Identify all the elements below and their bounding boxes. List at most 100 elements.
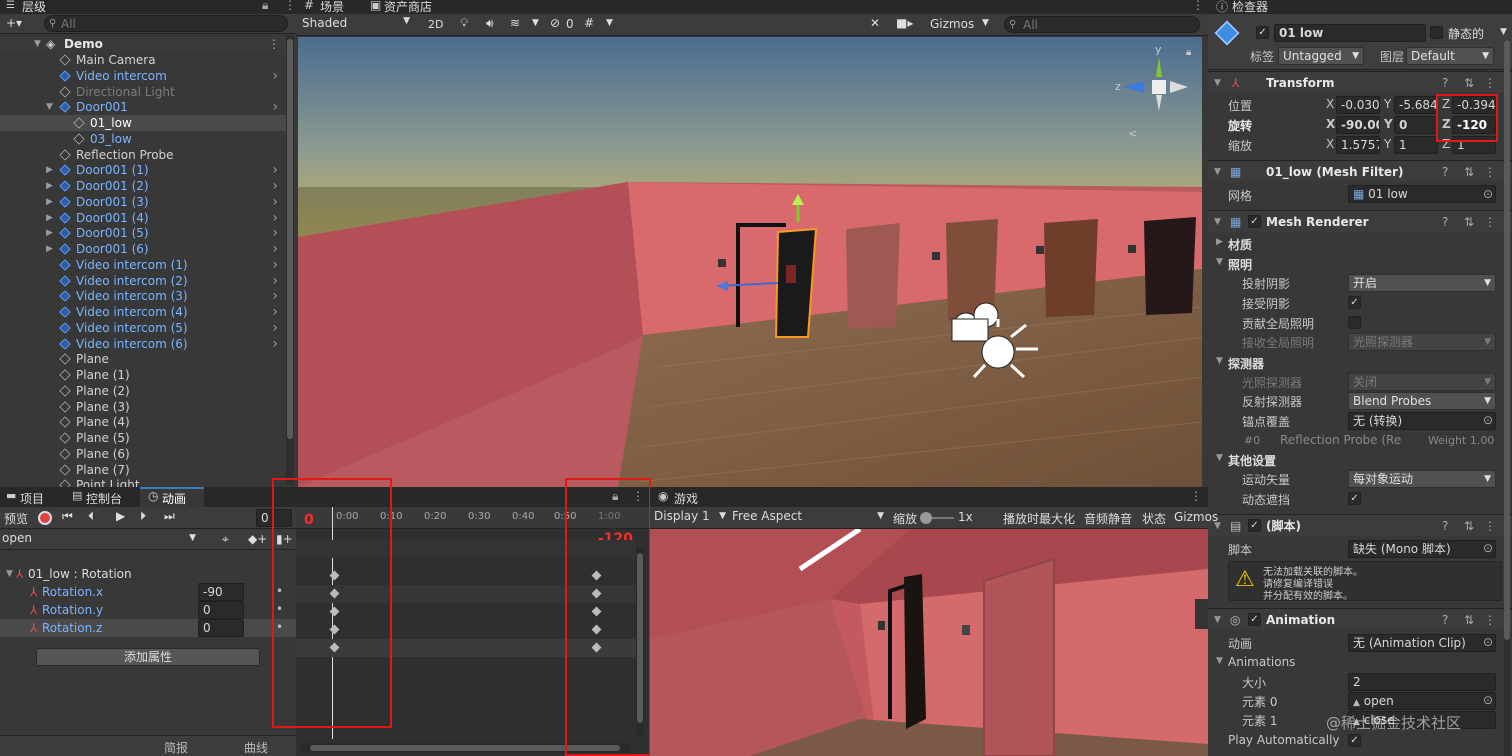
hierarchy-item[interactable]: Plane (6) [0, 446, 286, 462]
game-tab[interactable]: 游戏 [674, 490, 698, 507]
gizmos-dropdown-icon[interactable]: ▼ [982, 18, 989, 28]
animation-component-header[interactable]: ▼ ◎ ✓ Animation ? ⇅ ⋮ [1208, 608, 1512, 630]
scrollbar-thumb[interactable] [1504, 40, 1510, 640]
fold-arrow-icon[interactable]: ▼ [6, 566, 13, 582]
fold-arrow-icon[interactable]: ▶ [46, 178, 53, 194]
game-gizmos-button[interactable]: Gizmos [1174, 510, 1218, 524]
clip-dropdown[interactable]: open ▼ [2, 531, 200, 549]
hierarchy-item[interactable]: Video intercom (1) › [0, 257, 286, 273]
fold-arrow-icon[interactable]: ▶ [46, 194, 53, 210]
mute-audio-button[interactable]: 音频静音 [1084, 510, 1132, 527]
fold-arrow-icon[interactable]: ▼ [1214, 72, 1221, 94]
motion-vectors-dropdown[interactable]: 每对象运动 ▼ [1348, 470, 1496, 488]
curves-tab[interactable]: 曲线 [244, 739, 268, 756]
hierarchy-item[interactable]: 03_low [0, 131, 286, 147]
hierarchy-item[interactable]: Reflection Probe [0, 147, 286, 163]
dopesheet-tab[interactable]: 简报 [164, 739, 188, 756]
component-menu-icon[interactable]: ⋮ [1484, 211, 1496, 233]
fold-arrow-icon[interactable]: ▼ [1216, 656, 1223, 666]
animation-tab[interactable]: 动画 [162, 490, 186, 507]
stats-button[interactable]: 状态 [1142, 510, 1166, 527]
mesh-field[interactable]: ▦ 01 low [1348, 185, 1496, 203]
preset-icon[interactable]: ⇅ [1464, 609, 1474, 631]
hierarchy-item[interactable]: ▼ Door001 › [0, 99, 286, 115]
add-keyframe-icon[interactable]: ◆+ [248, 532, 267, 546]
fold-arrow-icon[interactable]: ▶ [46, 210, 53, 226]
viewport-lock-icon[interactable]: 🔒︎ [1186, 47, 1191, 58]
component-menu-icon[interactable]: ⋮ [1484, 609, 1496, 631]
inspector-scrollbar[interactable] [1504, 40, 1510, 756]
chevron-right-icon[interactable]: › [272, 178, 278, 194]
hierarchy-scrollbar[interactable] [286, 35, 294, 485]
hierarchy-item[interactable]: Video intercom › [0, 68, 286, 84]
preset-icon[interactable]: ⇅ [1464, 161, 1474, 183]
property-value-field[interactable]: 0 [198, 619, 244, 637]
hierarchy-item[interactable]: Plane (2) [0, 383, 286, 399]
contribute-gi-checkbox[interactable] [1348, 316, 1361, 329]
project-tab[interactable]: 项目 [20, 490, 44, 507]
fold-arrow-icon[interactable]: ▶ [46, 241, 53, 257]
hierarchy-item[interactable]: Plane [0, 351, 286, 367]
help-icon[interactable]: ? [1442, 72, 1448, 94]
object-name-field[interactable]: 01 low [1274, 24, 1426, 42]
record-button[interactable] [38, 511, 52, 525]
camera-icon[interactable]: ■▸ [896, 16, 913, 30]
property-row[interactable]: ⅄ Rotation.z 0 • [0, 619, 296, 637]
script-enabled-checkbox[interactable]: ✓ [1248, 519, 1261, 532]
next-keyframe-icon[interactable]: ⏵ [140, 509, 146, 524]
hierarchy-item[interactable]: ▶ Door001 (6) › [0, 241, 286, 257]
hierarchy-item[interactable]: ▶ Door001 (2) › [0, 178, 286, 194]
layer-dropdown[interactable]: Default ▼ [1406, 47, 1494, 65]
active-checkbox[interactable]: ✓ [1256, 26, 1269, 39]
receive-shadows-checkbox[interactable]: ✓ [1348, 296, 1361, 309]
hierarchy-item[interactable]: Plane (4) [0, 414, 286, 430]
hierarchy-item[interactable]: Main Camera [0, 52, 286, 68]
add-property-button[interactable]: 添加属性 [36, 648, 260, 666]
menu-icon[interactable]: ⋮ [1190, 489, 1202, 503]
fold-arrow-icon[interactable]: ▼ [34, 36, 41, 52]
first-keyframe-icon[interactable]: ⏮ [62, 509, 73, 524]
chevron-right-icon[interactable]: › [272, 210, 278, 226]
maximize-on-play-button[interactable]: 播放时最大化 [1003, 510, 1075, 527]
component-menu-icon[interactable]: ⋮ [1484, 161, 1496, 183]
hierarchy-tab[interactable]: 层级 [22, 0, 46, 15]
component-menu-icon[interactable]: ⋮ [1484, 72, 1496, 94]
play-auto-checkbox[interactable]: ✓ [1348, 734, 1361, 747]
anchor-override-field[interactable]: 无 (转换) [1348, 412, 1496, 430]
probes-foldout[interactable]: 探测器 [1228, 355, 1264, 372]
hierarchy-item[interactable]: Directional Light [0, 84, 286, 100]
chevron-right-icon[interactable]: › [272, 320, 278, 336]
display-dropdown[interactable]: Display 1 ▼ [654, 509, 726, 523]
light-toggle-icon[interactable]: 💡︎ [460, 16, 468, 31]
object-picker-icon[interactable]: ⊙ [1483, 413, 1493, 427]
object-picker-icon[interactable]: ⊙ [1483, 541, 1493, 555]
scale-y-field[interactable]: 1 [1394, 136, 1438, 154]
effects-icon[interactable]: ≋ [510, 16, 520, 30]
other-settings-foldout[interactable]: 其他设置 [1228, 452, 1276, 469]
hierarchy-search-input[interactable]: ⚲ All [44, 15, 288, 32]
size-field[interactable]: 2 [1348, 673, 1496, 691]
property-group-row[interactable]: ▼ ⅄ 01_low : Rotation [0, 565, 296, 583]
fold-arrow-icon[interactable]: ▶ [46, 162, 53, 178]
fold-arrow-icon[interactable]: ▼ [46, 99, 53, 115]
hierarchy-item[interactable]: Video intercom (2) › [0, 273, 286, 289]
hierarchy-item[interactable]: Video intercom (6) › [0, 336, 286, 352]
fold-arrow-icon[interactable]: ▼ [1216, 453, 1223, 463]
component-menu-icon[interactable]: ⋮ [1484, 515, 1496, 537]
audio-toggle-icon[interactable]: 🔊︎ [486, 16, 494, 31]
property-row[interactable]: ⅄ Rotation.x -90 • [0, 583, 296, 601]
cast-shadows-dropdown[interactable]: 开启 ▼ [1348, 274, 1496, 292]
object-picker-icon[interactable]: ⊙ [1483, 635, 1493, 649]
scene-root[interactable]: ▼ ◈ Demo ⋮ [0, 36, 286, 52]
hierarchy-item[interactable]: 01_low [0, 115, 286, 131]
element0-field[interactable]: ▲ open [1348, 692, 1496, 710]
lock-icon[interactable]: 🔒︎ [262, 0, 268, 13]
tag-dropdown[interactable]: Untagged ▼ [1278, 47, 1364, 65]
chevron-right-icon[interactable]: › [272, 273, 278, 289]
console-tab[interactable]: 控制台 [86, 490, 122, 507]
mesh-filter-header[interactable]: ▼ ▦ 01_low (Mesh Filter) ? ⇅ ⋮ [1208, 160, 1512, 182]
chevron-right-icon[interactable]: › [272, 194, 278, 210]
transform-header[interactable]: ▼ ⅄ Transform ? ⇅ ⋮ [1208, 71, 1512, 93]
fold-arrow-icon[interactable]: ▼ [1214, 609, 1221, 631]
chevron-right-icon[interactable]: › [272, 288, 278, 304]
